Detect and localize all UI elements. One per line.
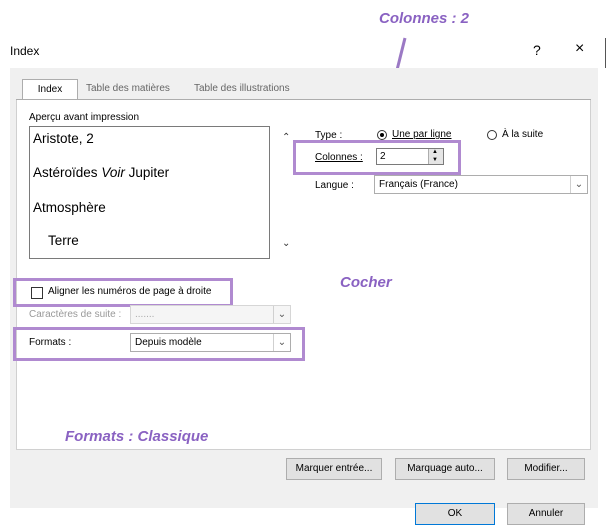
caracteres-select[interactable]: ....... ⌄: [130, 305, 291, 324]
radio-a-la-suite[interactable]: [487, 130, 497, 140]
aligner-label: Aligner les numéros de page à droite: [48, 286, 212, 297]
window-title: Index: [10, 44, 40, 58]
langue-value: Français (France): [379, 179, 458, 190]
help-button[interactable]: ?: [533, 42, 541, 58]
modifier-button[interactable]: Modifier...: [507, 458, 585, 480]
tab-toc-label: Table des matières: [86, 83, 170, 94]
chevron-down-icon: ⌄: [273, 306, 290, 323]
annuler-button[interactable]: Annuler: [507, 503, 585, 525]
preview-label: Aperçu avant impression: [29, 112, 140, 123]
tab-index-label: Index: [37, 84, 63, 95]
formats-label: Formats :: [29, 337, 72, 348]
window-edge: [605, 38, 606, 68]
tab-index[interactable]: Index: [22, 79, 78, 101]
callout-formats: Formats : Classique: [65, 428, 209, 445]
highlight-colonnes: [293, 140, 461, 175]
preview-line-2: Astéroïdes Voir Jupiter: [33, 165, 169, 180]
caracteres-label: Caractères de suite :: [29, 309, 122, 320]
preview-scroll-down-icon[interactable]: ⌄: [282, 238, 290, 249]
marquer-entree-button[interactable]: Marquer entrée...: [286, 458, 382, 480]
preview-line-3: Atmosphère: [33, 200, 106, 215]
radio-une-par-ligne[interactable]: [377, 130, 387, 140]
tab-table-des-matieres[interactable]: Table des matières: [80, 79, 184, 99]
chevron-down-icon: ⌄: [570, 176, 587, 193]
tab-table-des-illustrations[interactable]: Table des illustrations: [188, 79, 308, 99]
preview-voir: Voir: [101, 165, 125, 180]
chevron-down-icon: ⌄: [273, 334, 290, 351]
ok-button[interactable]: OK: [415, 503, 495, 525]
langue-label: Langue :: [315, 180, 354, 191]
formats-select[interactable]: Depuis modèle ⌄: [130, 333, 291, 352]
callout-cocher: Cocher: [340, 274, 392, 291]
close-button[interactable]: ×: [575, 40, 584, 58]
preview-scroll-up-icon[interactable]: ⌃: [282, 132, 290, 143]
preview-jupiter: Jupiter: [128, 165, 170, 180]
preview-line-1: Aristote, 2: [33, 131, 94, 146]
marquage-auto-button[interactable]: Marquage auto...: [395, 458, 495, 480]
aligner-checkbox[interactable]: [31, 287, 43, 299]
formats-value: Depuis modèle: [135, 337, 202, 348]
langue-select[interactable]: Français (France) ⌄: [374, 175, 588, 194]
caracteres-value: .......: [135, 309, 155, 320]
preview-asteroides: Astéroïdes: [33, 165, 98, 180]
preview-line-4: Terre: [48, 233, 79, 248]
radio-une-par-ligne-label: Une par ligne: [392, 129, 452, 140]
radio-a-la-suite-label: À la suite: [502, 129, 544, 140]
tab-illustrations-label: Table des illustrations: [194, 83, 290, 94]
